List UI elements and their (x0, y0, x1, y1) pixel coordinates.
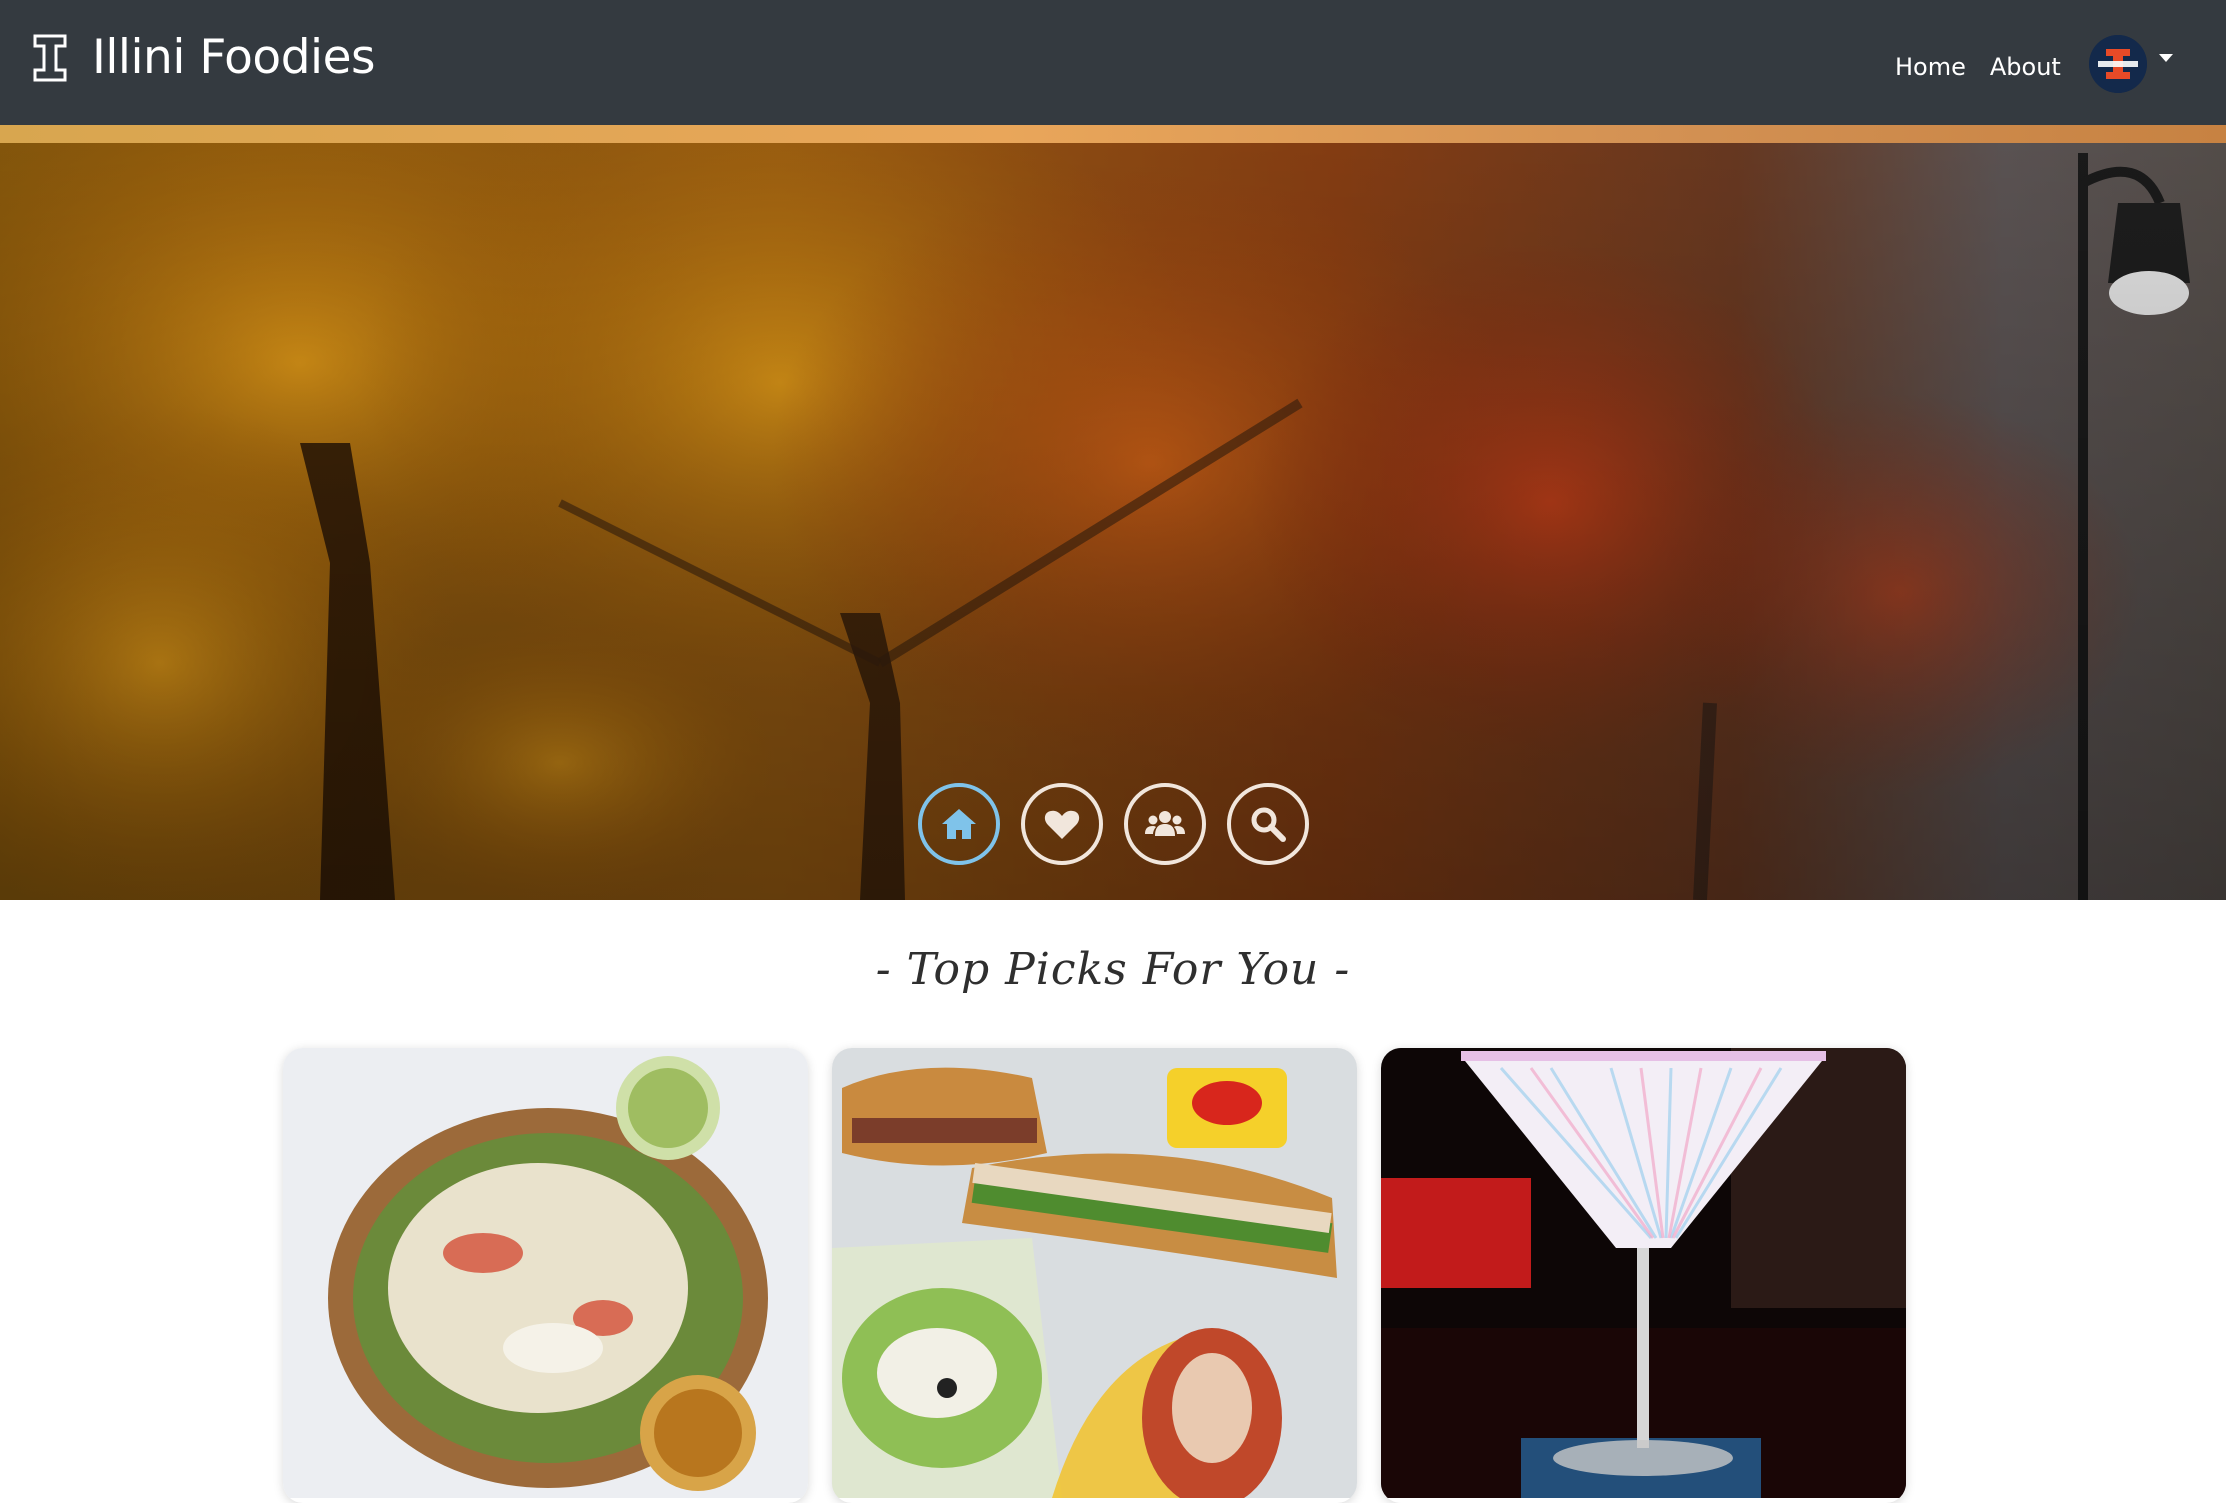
hero-accent-strip (0, 125, 2226, 143)
home-button[interactable] (918, 783, 1000, 865)
top-picks-cards (283, 1048, 1930, 1503)
hero-banner (0, 125, 2226, 900)
heart-icon (1044, 810, 1080, 839)
search-icon (1251, 807, 1286, 842)
navbar: Illini Foodies Home About (0, 0, 2226, 125)
martini-photo (1381, 1048, 1906, 1498)
pick-card-subway[interactable] (832, 1048, 1357, 1503)
pick-card-tostada[interactable] (283, 1048, 808, 1503)
nav-home-link[interactable]: Home (1895, 52, 1966, 82)
favorites-button[interactable] (1021, 783, 1103, 865)
friends-button[interactable] (1124, 783, 1206, 865)
section-title: - Top Picks For You - (875, 944, 1351, 995)
user-menu-toggle[interactable] (2089, 35, 2173, 93)
tostada-photo (283, 1048, 808, 1498)
users-icon (1145, 811, 1185, 836)
brand[interactable]: Illini Foodies (32, 30, 376, 86)
subway-sandwich-photo (832, 1048, 1357, 1498)
brand-title: Illini Foodies (92, 30, 376, 85)
nav-links: Home About (1895, 52, 2085, 82)
pick-card-martini[interactable] (1381, 1048, 1906, 1503)
hero-nav-buttons (918, 783, 1330, 865)
search-button[interactable] (1227, 783, 1309, 865)
block-i-logo-icon (33, 34, 67, 82)
home-icon (942, 809, 976, 839)
nav-about-link[interactable]: About (1990, 52, 2061, 82)
chevron-down-icon (2159, 54, 2173, 62)
avatar (2089, 35, 2147, 93)
